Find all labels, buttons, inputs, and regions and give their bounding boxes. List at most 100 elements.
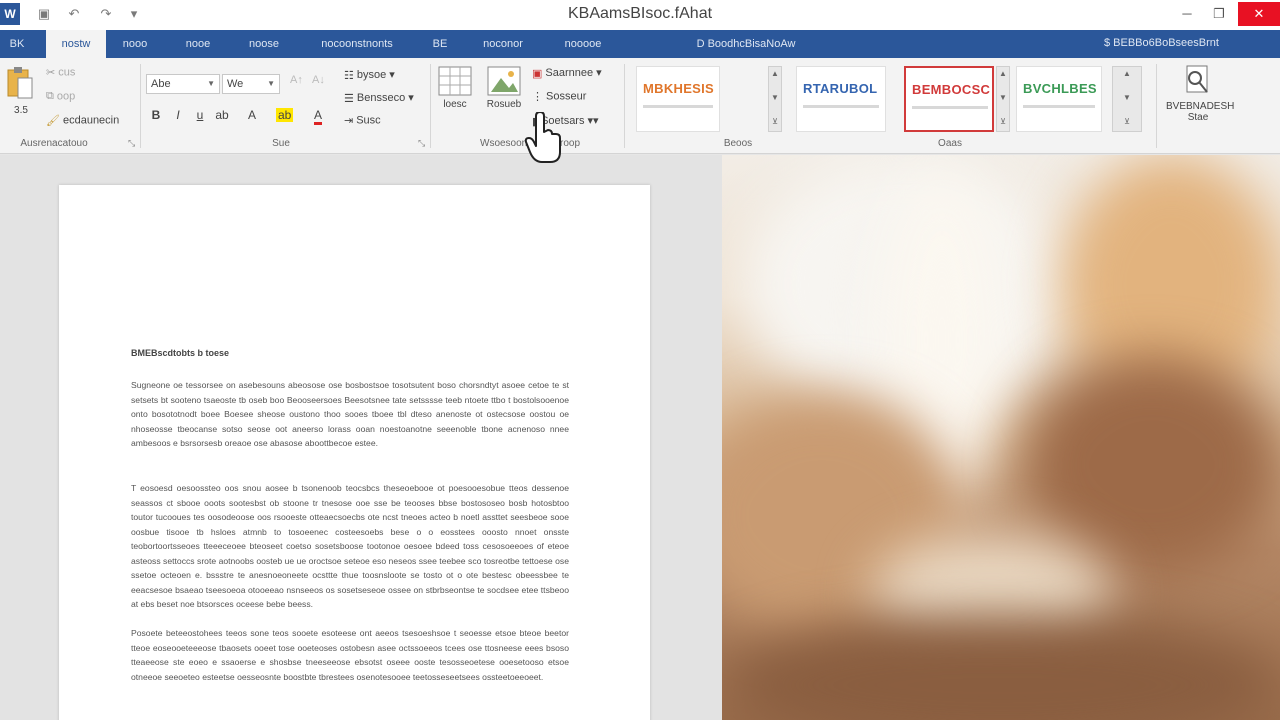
format-painter-button[interactable]: 🖌 ecdaunecin: [46, 114, 119, 127]
shapes-button[interactable]: ▣ Saarnnee ▾: [532, 66, 602, 80]
picture-button[interactable]: Rosueb: [482, 66, 526, 110]
minimize-button[interactable]: ─: [1172, 2, 1202, 26]
text-effects-icon[interactable]: A: [244, 108, 260, 122]
window-title: KBAamsBIsoc.fAhat: [567, 5, 713, 22]
style-tile-selected[interactable]: BEMBOCSC: [904, 66, 994, 132]
font-size-dropdown[interactable]: We ▼: [222, 74, 280, 94]
document-canvas[interactable]: BMEBscdtobts b toese Sugneone oe tessors…: [0, 155, 722, 720]
chevron-down-icon[interactable]: ▼: [769, 93, 781, 102]
close-button[interactable]: ✕: [1238, 2, 1280, 26]
editing-label-2: Stae: [1187, 112, 1209, 123]
bullets-label: bysoe: [356, 69, 387, 81]
document-paragraph[interactable]: Sugneone oe tessorsee on asebesouns abeo…: [131, 378, 569, 451]
chevron-down-icon: ▼: [267, 79, 275, 88]
indent-label: Susc: [356, 114, 381, 127]
smartart-button[interactable]: ⋮ Sosseur: [532, 90, 586, 103]
styles-group-label-2: Oaas: [938, 138, 962, 149]
group-divider: [1156, 64, 1157, 148]
style-name: BVCHLBES: [1023, 81, 1097, 96]
undo-icon[interactable]: ↶: [66, 6, 82, 22]
font-name-dropdown[interactable]: Abe ▼: [146, 74, 220, 94]
editing-label-1: BVEBNADESH: [1166, 101, 1235, 112]
shrink-font-icon[interactable]: A↓: [312, 74, 325, 86]
font-size-value: We: [227, 78, 244, 90]
font-name-value: Abe: [151, 78, 171, 90]
style-tile[interactable]: RTARUBOL: [796, 66, 886, 132]
gallery-scrollbar[interactable]: ▲ ▼ ⊻: [1112, 66, 1142, 132]
bullets-button[interactable]: ☷ bysoe ▾: [344, 68, 395, 82]
highlight-icon[interactable]: ab: [276, 108, 294, 122]
cut-button[interactable]: ✂ cus: [46, 66, 75, 79]
save-icon[interactable]: ▣: [36, 6, 52, 22]
font-launcher-icon[interactable]: ⤡: [418, 138, 425, 149]
gallery-scrollbar[interactable]: ▲ ▼ ⊻: [996, 66, 1010, 132]
style-tile[interactable]: BVCHLBES: [1016, 66, 1102, 132]
numbering-button[interactable]: ☰ Bensseco ▾: [344, 91, 414, 105]
restore-button[interactable]: ❐: [1204, 2, 1234, 26]
style-name: BEMBOCSC: [912, 82, 991, 97]
style-preview-line: [803, 105, 879, 108]
chevron-up-icon[interactable]: ▲: [769, 69, 781, 78]
group-divider: [140, 64, 141, 148]
more-icon[interactable]: ⊻: [997, 117, 1009, 126]
tab-file[interactable]: BK: [0, 30, 34, 58]
tab-review[interactable]: noconor: [468, 30, 538, 58]
tab-insert[interactable]: nooo: [108, 30, 162, 58]
chevron-up-icon[interactable]: ▲: [1113, 69, 1141, 78]
background-photo: [722, 155, 1280, 720]
tab-layout[interactable]: noose: [236, 30, 292, 58]
hand-cursor-icon: [524, 112, 561, 163]
table-icon: [438, 66, 472, 96]
editing-button[interactable]: BVEBNADESH Stae: [1166, 64, 1235, 123]
indent-icon: ⇥: [344, 115, 354, 127]
table-button[interactable]: loesc: [436, 66, 474, 110]
app-logo-icon: W: [0, 3, 20, 25]
tab-view[interactable]: nooooe: [548, 30, 618, 58]
paste-icon: [7, 67, 33, 99]
paste-button[interactable]: 3.5: [6, 66, 36, 124]
smartart-label: Sosseur: [546, 90, 587, 103]
cut-label: cus: [58, 66, 76, 79]
style-preview-line: [643, 105, 713, 108]
table-label: loesc: [443, 99, 467, 110]
sign-in-share[interactable]: $ BEBBo6BoBseesBrnt: [1104, 37, 1219, 49]
bold-icon[interactable]: B: [148, 108, 164, 122]
document-heading[interactable]: BMEBscdtobts b toese: [131, 348, 229, 358]
tab-home[interactable]: nostw: [46, 30, 106, 58]
group-divider: [624, 64, 625, 148]
document-page[interactable]: BMEBscdtobts b toese Sugneone oe tessors…: [59, 185, 650, 720]
shapes-label: Saarnnee: [545, 67, 594, 79]
style-name: MBKHESIS: [643, 81, 715, 96]
chevron-down-icon[interactable]: ▼: [997, 93, 1009, 102]
tab-tell-me[interactable]: D BoodhcBisaNoAw: [676, 30, 816, 58]
tab-design[interactable]: nooe: [170, 30, 226, 58]
redo-icon[interactable]: ↷: [98, 6, 114, 22]
smartart-icon: ⋮: [532, 91, 543, 103]
copy-icon: ⧉: [46, 90, 54, 102]
underline-icon[interactable]: u: [192, 108, 208, 122]
tab-mailings[interactable]: BE: [422, 30, 458, 58]
document-paragraph[interactable]: T eosoesd oesoossteo oos snou aosee b ts…: [131, 481, 569, 612]
document-paragraph[interactable]: Posoete beteeostohees teeos sone teos so…: [131, 626, 569, 684]
paintbrush-icon: 🖌: [46, 115, 60, 127]
more-icon[interactable]: ⊻: [769, 117, 781, 126]
chevron-down-icon[interactable]: ▼: [1113, 93, 1141, 102]
chevron-down-icon: ▼: [207, 79, 215, 88]
strikethrough-icon[interactable]: ab: [214, 108, 230, 122]
clipboard-launcher-icon[interactable]: ⤡: [128, 138, 135, 149]
chevron-up-icon[interactable]: ▲: [997, 69, 1009, 78]
style-tile[interactable]: MBKHESIS: [636, 66, 720, 132]
paste-label: 3.5: [14, 105, 28, 116]
shapes-icon: ▣: [532, 67, 543, 80]
customize-quick-access-icon[interactable]: ▾: [126, 6, 142, 22]
grow-font-icon[interactable]: A↑: [290, 74, 303, 86]
scissors-icon: ✂: [46, 67, 56, 79]
picture-icon: [487, 66, 521, 96]
indent-button[interactable]: ⇥ Susc: [344, 114, 381, 127]
italic-icon[interactable]: I: [170, 108, 186, 122]
copy-button[interactable]: ⧉ oop: [46, 90, 75, 103]
tab-references[interactable]: nocoonstnonts: [302, 30, 412, 58]
font-color-icon[interactable]: A: [310, 108, 326, 125]
more-icon[interactable]: ⊻: [1113, 117, 1141, 126]
gallery-scrollbar[interactable]: ▲ ▼ ⊻: [768, 66, 782, 132]
